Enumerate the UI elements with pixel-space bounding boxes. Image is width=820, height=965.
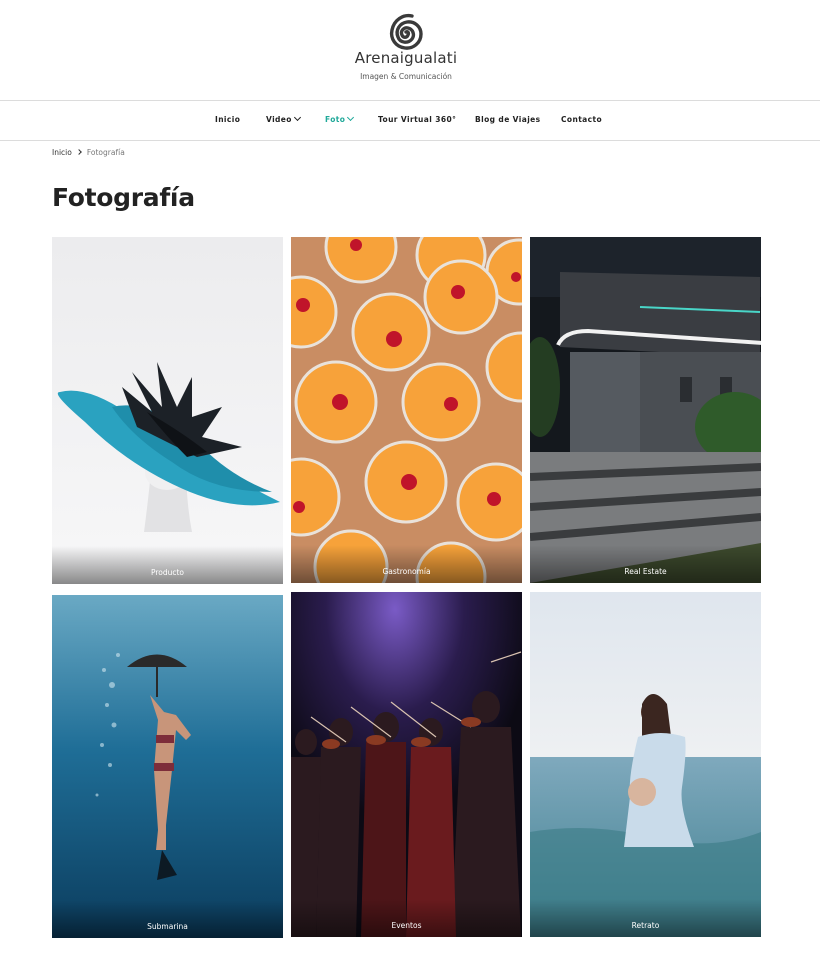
breadcrumb: Inicio Fotografía: [52, 148, 125, 157]
nav-item-inicio[interactable]: Inicio: [215, 115, 240, 124]
nav-item-blog[interactable]: Blog de Viajes: [475, 115, 541, 124]
label-overlay: [291, 899, 522, 937]
gallery-tile-real-estate[interactable]: Real Estate: [530, 237, 761, 583]
tile-label: Producto: [150, 568, 185, 577]
hat-photo: [52, 237, 283, 584]
dessert-glasses-photo: [291, 237, 522, 583]
tile-label: Eventos: [391, 921, 422, 930]
page-title: Fotografía: [52, 183, 195, 212]
maternity-portrait-photo: [530, 592, 761, 937]
nav-label: Foto: [325, 115, 346, 124]
nav-divider: [0, 140, 820, 141]
nav-item-video[interactable]: Video: [266, 113, 301, 124]
gallery-tile-submarina[interactable]: Submarina: [52, 595, 283, 938]
tile-label: Submarina: [147, 922, 188, 931]
brand-name[interactable]: Arenaigualati: [0, 49, 812, 67]
underwater-diver-photo: [52, 595, 283, 938]
gallery-tile-retrato[interactable]: Retrato: [530, 592, 761, 937]
nav-label: Tour Virtual 360°: [378, 115, 457, 124]
brand-tagline: Imagen & Comunicación: [360, 72, 452, 81]
nav-label: Contacto: [561, 115, 603, 124]
chevron-down-icon: [293, 113, 301, 122]
nav-item-contacto[interactable]: Contacto: [561, 115, 602, 124]
site-header: Arenaigualati Imagen & Comunicación: [0, 0, 820, 100]
nav-item-tour-virtual[interactable]: Tour Virtual 360°: [378, 115, 456, 124]
breadcrumb-home-link[interactable]: Inicio: [52, 148, 72, 157]
label-overlay: [52, 900, 283, 938]
tile-label: Retrato: [631, 921, 660, 930]
modern-house-photo: [530, 237, 761, 583]
chevron-right-icon: [76, 149, 82, 155]
gallery-tile-eventos[interactable]: Eventos: [291, 592, 522, 937]
tile-label: Real Estate: [624, 567, 667, 576]
label-overlay: [291, 545, 522, 583]
nav-item-foto[interactable]: Foto: [325, 113, 355, 124]
tile-label: Gastronomía: [382, 567, 431, 576]
nav-label: Video: [266, 115, 292, 124]
chevron-down-icon: [347, 113, 355, 122]
breadcrumb-current: Fotografía: [86, 148, 125, 157]
gallery-tile-gastronomia[interactable]: Gastronomía: [291, 237, 522, 583]
label-overlay: [52, 546, 283, 584]
label-overlay: [530, 545, 761, 583]
spiral-logo-icon[interactable]: [384, 10, 428, 54]
nav-label: Inicio: [215, 115, 241, 124]
nav-label: Blog de Viajes: [475, 115, 541, 124]
gallery-tile-producto[interactable]: Producto: [52, 237, 283, 584]
main-nav: Inicio Video Foto Tour Virtual 360° Blog…: [0, 101, 820, 140]
label-overlay: [530, 899, 761, 937]
violinists-concert-photo: [291, 592, 522, 937]
